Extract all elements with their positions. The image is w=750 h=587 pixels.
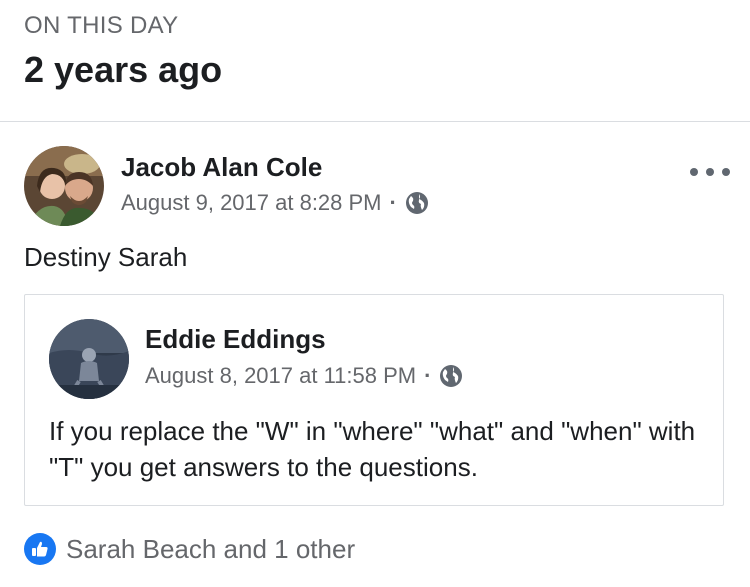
shared-post-text: If you replace the "W" in "where" "what"… <box>49 416 696 482</box>
more-options-icon[interactable] <box>690 164 730 180</box>
globe-icon <box>439 364 463 388</box>
shared-post-meta: August 8, 2017 at 11:58 PM · <box>145 361 463 391</box>
shared-author-name[interactable]: Eddie Eddings <box>145 323 326 355</box>
meta-separator: · <box>389 190 397 215</box>
reactions-summary[interactable]: Sarah Beach and 1 other <box>24 532 355 566</box>
like-icon <box>24 533 56 565</box>
post-text: Destiny Sarah <box>24 242 188 272</box>
post-author-name[interactable]: Jacob Alan Cole <box>121 151 322 183</box>
on-this-day-title: 2 years ago <box>24 49 223 90</box>
post-timestamp[interactable]: August 9, 2017 at 8:28 PM <box>121 188 382 218</box>
on-this-day-header: ON THIS DAY 2 years ago <box>24 12 222 92</box>
shared-post-timestamp[interactable]: August 8, 2017 at 11:58 PM <box>145 361 416 391</box>
meta-separator: · <box>424 363 432 388</box>
post-meta: August 9, 2017 at 8:28 PM · <box>121 188 429 218</box>
header-divider <box>0 121 750 122</box>
globe-icon <box>405 191 429 215</box>
shared-author-avatar[interactable] <box>49 319 129 399</box>
reactions-text: Sarah Beach and 1 other <box>66 534 356 564</box>
memories-page: ON THIS DAY 2 years ago Jacob Alan Cole … <box>0 0 750 587</box>
on-this-day-label: ON THIS DAY <box>24 12 179 39</box>
shared-post-card[interactable]: Eddie Eddings August 8, 2017 at 11:58 PM… <box>24 294 724 506</box>
author-avatar[interactable] <box>24 146 104 226</box>
